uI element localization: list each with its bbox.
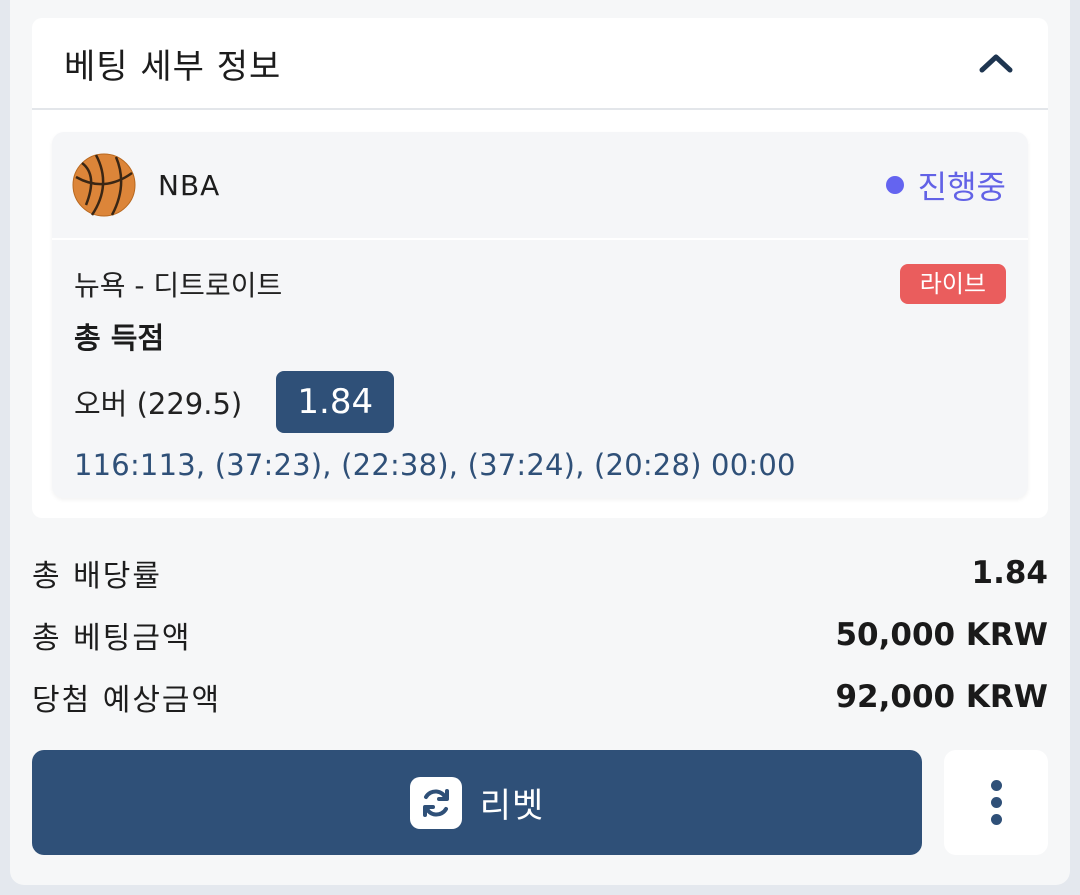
- chevron-up-icon[interactable]: [974, 41, 1018, 85]
- rebet-label: 리벳: [479, 786, 545, 826]
- rebet-button[interactable]: 리벳: [32, 750, 922, 855]
- summary-label: 총 배당률: [32, 559, 162, 594]
- summary-value: 50,000 KRW: [835, 617, 1048, 653]
- summary-list: 총 배당률 1.84 총 베팅금액 50,000 KRW 당첨 예상금액 92,…: [32, 542, 1048, 728]
- more-dot: [990, 780, 1002, 791]
- market-name: 총 득점: [74, 321, 165, 355]
- summary-label: 총 베팅금액: [32, 621, 192, 656]
- pick-label: 오버 (229.5): [74, 387, 243, 421]
- more-dot: [990, 814, 1002, 825]
- bet-item: NBA 진행중 뉴욕 - 디트로이트 라이브 총 득점 오버 (229.5) 1…: [52, 132, 1028, 498]
- status-indicator: 진행중: [885, 162, 1006, 208]
- summary-row-expected-win: 당첨 예상금액 92,000 KRW: [32, 666, 1048, 728]
- bet-detail-panel: 베팅 세부 정보 NBA 진행중 뉴욕 - 디트로이트 라이브 총 득점 오버 …: [10, 0, 1070, 885]
- score-detail: 116:113, (37:23), (22:38), (37:24), (20:…: [74, 448, 796, 482]
- summary-value: 92,000 KRW: [835, 679, 1048, 715]
- summary-label: 당첨 예상금액: [32, 683, 222, 718]
- summary-row-total-stake: 총 베팅금액 50,000 KRW: [32, 604, 1048, 666]
- more-dot: [990, 797, 1002, 808]
- basketball-icon: [72, 153, 136, 217]
- status-dot-icon: [885, 176, 904, 194]
- status-text: 진행중: [917, 168, 1006, 206]
- card-header[interactable]: 베팅 세부 정보: [32, 18, 1048, 110]
- more-vertical-icon[interactable]: [944, 750, 1048, 855]
- summary-value: 1.84: [971, 555, 1049, 591]
- refresh-icon: [409, 776, 462, 829]
- summary-row-total-odds: 총 배당률 1.84: [32, 542, 1048, 604]
- league-row: NBA 진행중: [52, 132, 1028, 240]
- live-badge: 라이브: [899, 264, 1006, 304]
- bet-detail-card: 베팅 세부 정보 NBA 진행중 뉴욕 - 디트로이트 라이브 총 득점 오버 …: [32, 18, 1048, 518]
- odds-badge: 1.84: [276, 371, 395, 433]
- bet-body: 뉴욕 - 디트로이트 라이브 총 득점 오버 (229.5) 1.84 116:…: [52, 240, 1028, 482]
- card-title: 베팅 세부 정보: [64, 46, 282, 87]
- league-name: NBA: [158, 168, 221, 202]
- match-name: 뉴욕 - 디트로이트: [74, 269, 283, 302]
